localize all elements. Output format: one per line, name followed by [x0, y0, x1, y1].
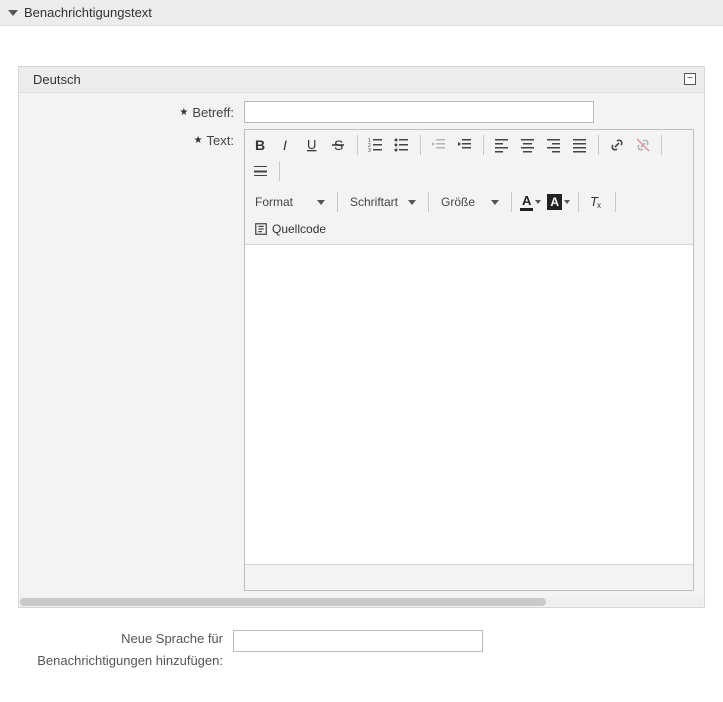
required-star-icon: ★ — [194, 135, 203, 146]
unlink-button — [631, 133, 655, 157]
scrollbar-thumb[interactable] — [20, 598, 546, 606]
source-label: Quellcode — [272, 222, 326, 236]
toolbar-separator — [483, 135, 484, 155]
underline-button[interactable]: U — [301, 133, 325, 157]
subject-input[interactable] — [244, 101, 594, 123]
font-dropdown[interactable]: Schriftart — [344, 189, 422, 215]
chevron-down-icon — [408, 200, 416, 205]
strikethrough-button[interactable]: S — [327, 133, 351, 157]
section-title: Benachrichtigungstext — [24, 5, 152, 20]
add-language-label: Neue Sprache für Benachrichtigungen hinz… — [18, 628, 233, 672]
svg-text:x: x — [597, 201, 601, 210]
source-button[interactable]: Quellcode — [249, 217, 331, 241]
bold-button[interactable]: B — [249, 133, 273, 157]
language-title: Deutsch — [33, 72, 81, 87]
outdent-button — [427, 133, 451, 157]
subject-label-col: ★ Betreff: — [29, 101, 244, 120]
toolbar-separator — [337, 192, 338, 212]
font-label: Schriftart — [350, 195, 398, 209]
text-label-col: ★ Text: — [29, 129, 244, 148]
richtext-editor: B I U S 123 — [244, 129, 694, 591]
align-justify-button[interactable] — [568, 133, 592, 157]
section-header[interactable]: Benachrichtigungstext — [0, 0, 723, 26]
source-icon — [254, 222, 268, 236]
remove-format-button[interactable]: Tx — [585, 190, 609, 214]
chevron-down-icon — [8, 10, 18, 16]
add-language-row: Neue Sprache für Benachrichtigungen hinz… — [18, 628, 705, 672]
size-dropdown[interactable]: Größe — [435, 189, 505, 215]
text-value-col: B I U S 123 — [244, 129, 694, 591]
toolbar-separator — [357, 135, 358, 155]
format-label: Format — [255, 195, 293, 209]
subject-row: ★ Betreff: — [29, 101, 694, 123]
add-language-input[interactable] — [233, 630, 483, 652]
toolbar-separator — [661, 135, 662, 155]
bg-color-icon: A — [547, 194, 562, 210]
size-label: Größe — [441, 195, 475, 209]
chevron-down-icon — [564, 200, 570, 204]
toolbar-separator — [511, 192, 512, 212]
editor-toolbar-1: B I U S 123 — [245, 130, 693, 186]
text-label: Text: — [207, 133, 234, 148]
horizontal-rule-button[interactable] — [249, 159, 273, 183]
align-center-button[interactable] — [516, 133, 540, 157]
editor-toolbar-2: Format Schriftart Größe — [245, 186, 693, 244]
collapse-icon[interactable]: − — [684, 73, 696, 85]
text-color-icon: A — [520, 194, 533, 211]
svg-text:U: U — [307, 137, 316, 152]
toolbar-separator — [420, 135, 421, 155]
language-header[interactable]: Deutsch − — [19, 67, 704, 93]
ordered-list-button[interactable]: 123 — [364, 133, 388, 157]
svg-text:I: I — [283, 137, 287, 153]
form-area: ★ Betreff: ★ Text: B — [19, 93, 704, 591]
format-dropdown[interactable]: Format — [249, 189, 331, 215]
editor-footer — [245, 564, 693, 590]
align-right-button[interactable] — [542, 133, 566, 157]
toolbar-separator — [279, 161, 280, 181]
toolbar-separator — [428, 192, 429, 212]
toolbar-separator — [598, 135, 599, 155]
italic-button[interactable]: I — [275, 133, 299, 157]
bg-color-button[interactable]: A — [545, 190, 572, 214]
text-color-button[interactable]: A — [518, 190, 543, 214]
link-button[interactable] — [605, 133, 629, 157]
svg-text:3: 3 — [368, 148, 371, 153]
subject-value-col — [244, 101, 694, 123]
chevron-down-icon — [491, 200, 499, 205]
svg-text:B: B — [255, 137, 265, 153]
language-panel: Deutsch − ★ Betreff: ★ Text: — [18, 66, 705, 608]
required-star-icon: ★ — [179, 107, 188, 118]
text-row: ★ Text: B I U — [29, 129, 694, 591]
chevron-down-icon — [317, 200, 325, 205]
toolbar-separator — [578, 192, 579, 212]
horizontal-scrollbar[interactable] — [20, 597, 703, 607]
align-left-button[interactable] — [490, 133, 514, 157]
toolbar-separator — [615, 192, 616, 212]
subject-label: Betreff: — [192, 105, 234, 120]
indent-button[interactable] — [453, 133, 477, 157]
editor-content[interactable] — [245, 244, 693, 564]
chevron-down-icon — [535, 200, 541, 204]
unordered-list-button[interactable] — [390, 133, 414, 157]
